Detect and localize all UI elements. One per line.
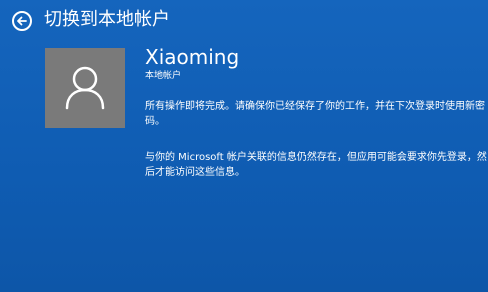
user-silhouette-icon [65,66,105,110]
switch-to-local-account-page: 切换到本地帐户 Xiaoming 本地帐户 所有操作即将完成。请确保你已经保存了… [0,0,488,292]
avatar [45,48,125,128]
back-arrow-icon [17,16,27,26]
account-name: Xiaoming [145,45,240,69]
info-message-save-work: 所有操作即将完成。请确保你已经保存了你的工作，并在下次登录时使用新密码。 [145,101,485,127]
info-message-microsoft-account: 与你的 Microsoft 帐户关联的信息仍然存在，但应用可能会要求你先登录，然… [145,152,487,178]
account-type: 本地帐户 [145,71,182,81]
back-button[interactable] [12,11,32,31]
page-title: 切换到本地帐户 [44,9,170,30]
